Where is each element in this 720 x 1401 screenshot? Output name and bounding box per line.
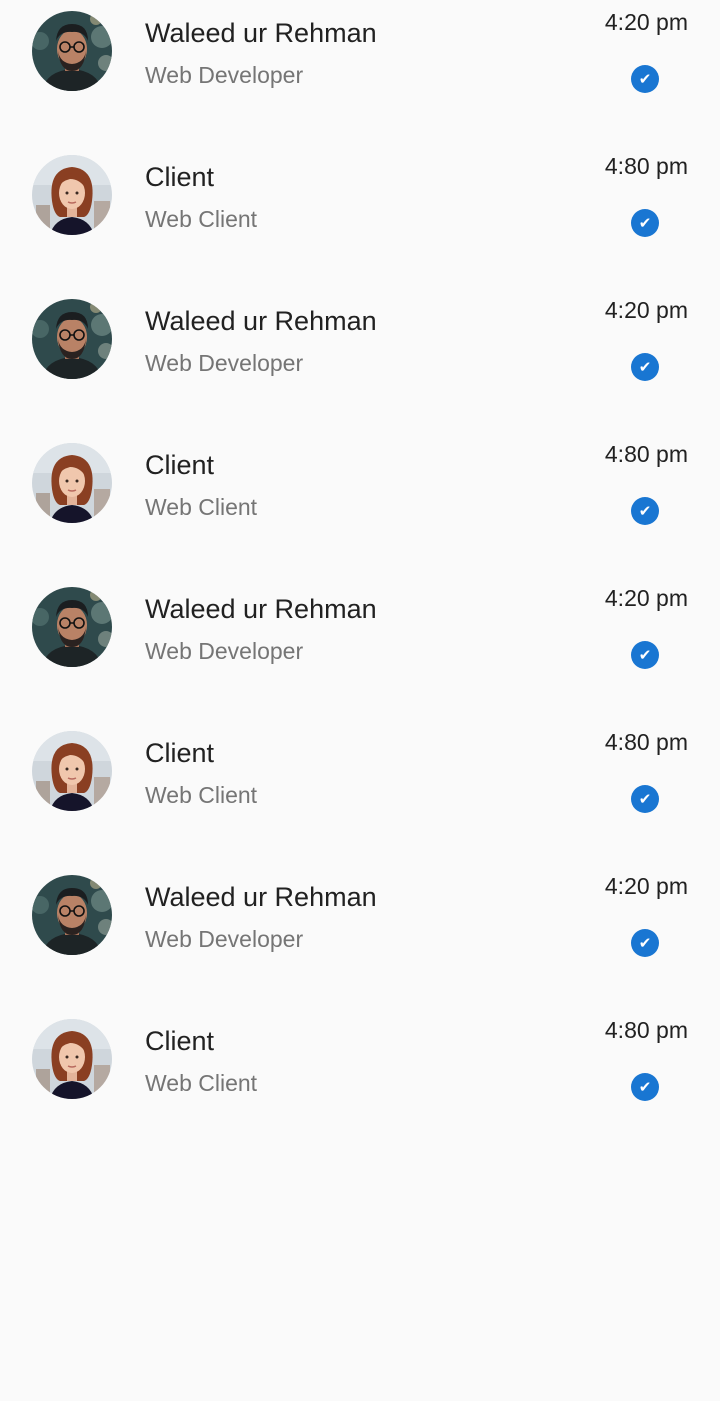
contact-name: Waleed ur Rehman xyxy=(145,306,377,336)
avatar[interactable] xyxy=(32,155,112,235)
contact-role: Web Client xyxy=(145,782,258,808)
message-time: 4:80 pm xyxy=(604,441,688,467)
contact-role: Web Developer xyxy=(145,638,304,664)
avatar[interactable] xyxy=(32,443,112,523)
contact-name: Waleed ur Rehman xyxy=(145,594,377,624)
list-item[interactable]: Waleed ur Rehman Web Developer 4:20 pm ✔ xyxy=(0,576,720,720)
avatar[interactable] xyxy=(32,1019,112,1099)
list-item[interactable]: Client Web Client 4:80 pm ✔ xyxy=(0,432,720,576)
contact-name: Client xyxy=(145,450,215,480)
avatar[interactable] xyxy=(32,731,112,811)
contact-name: Client xyxy=(145,162,215,192)
check-circle-icon: ✔ xyxy=(631,785,659,813)
message-time: 4:20 pm xyxy=(604,9,688,35)
check-circle-icon: ✔ xyxy=(631,929,659,957)
contact-name: Client xyxy=(145,1026,215,1056)
contact-role: Web Developer xyxy=(145,350,304,376)
message-time: 4:80 pm xyxy=(604,153,688,179)
check-circle-icon: ✔ xyxy=(631,641,659,669)
contact-list: Waleed ur Rehman Web Developer 4:20 pm ✔… xyxy=(0,0,720,1152)
message-time: 4:80 pm xyxy=(604,729,688,755)
contact-name: Client xyxy=(145,738,215,768)
avatar[interactable] xyxy=(32,587,112,667)
avatar[interactable] xyxy=(32,875,112,955)
contact-role: Web Developer xyxy=(145,926,304,952)
list-item[interactable]: Waleed ur Rehman Web Developer 4:20 pm ✔ xyxy=(0,0,720,144)
list-item[interactable]: Waleed ur Rehman Web Developer 4:20 pm ✔ xyxy=(0,864,720,1008)
contact-name: Waleed ur Rehman xyxy=(145,18,377,48)
message-time: 4:20 pm xyxy=(604,297,688,323)
check-circle-icon: ✔ xyxy=(631,1073,659,1101)
contact-role: Web Client xyxy=(145,206,258,232)
contact-role: Web Client xyxy=(145,494,258,520)
contact-role: Web Developer xyxy=(145,62,304,88)
avatar[interactable] xyxy=(32,11,112,91)
avatar[interactable] xyxy=(32,299,112,379)
message-time: 4:20 pm xyxy=(604,873,688,899)
check-circle-icon: ✔ xyxy=(631,497,659,525)
check-circle-icon: ✔ xyxy=(631,209,659,237)
check-circle-icon: ✔ xyxy=(631,65,659,93)
list-item[interactable]: Client Web Client 4:80 pm ✔ xyxy=(0,720,720,864)
check-circle-icon: ✔ xyxy=(631,353,659,381)
message-time: 4:80 pm xyxy=(604,1017,688,1043)
contact-name: Waleed ur Rehman xyxy=(145,882,377,912)
list-item[interactable]: Client Web Client 4:80 pm ✔ xyxy=(0,144,720,288)
contact-role: Web Client xyxy=(145,1070,258,1096)
message-time: 4:20 pm xyxy=(604,585,688,611)
list-item[interactable]: Waleed ur Rehman Web Developer 4:20 pm ✔ xyxy=(0,288,720,432)
list-item[interactable]: Client Web Client 4:80 pm ✔ xyxy=(0,1008,720,1152)
